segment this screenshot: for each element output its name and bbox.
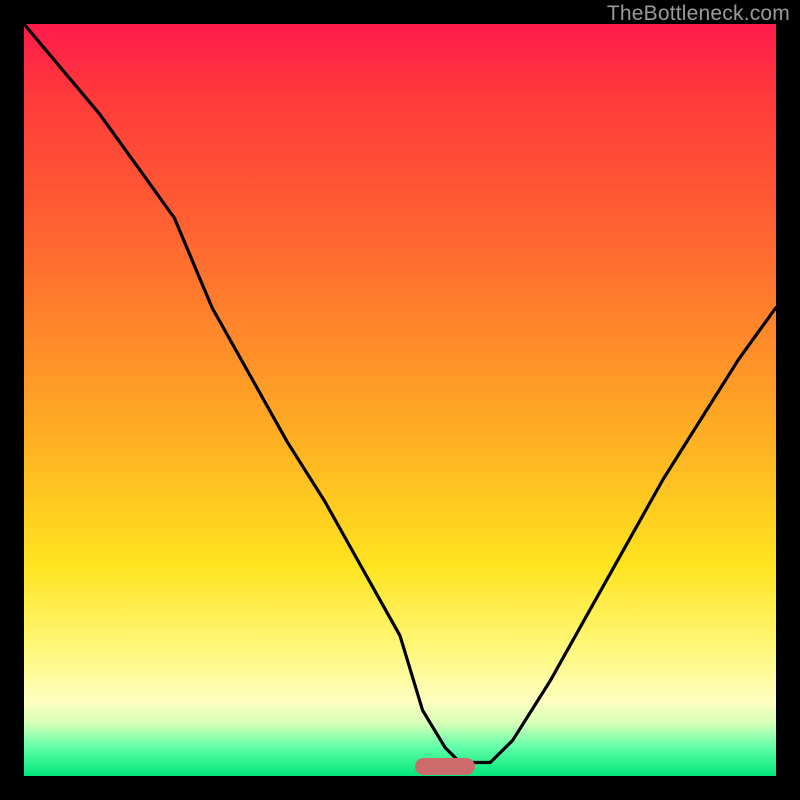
watermark-text: TheBottleneck.com — [607, 2, 790, 26]
optimal-range-marker — [415, 758, 475, 775]
bottleneck-curve — [24, 24, 776, 776]
chart-frame: TheBottleneck.com — [0, 0, 800, 800]
chart-plot-area — [24, 24, 776, 776]
curve-line — [24, 24, 776, 763]
